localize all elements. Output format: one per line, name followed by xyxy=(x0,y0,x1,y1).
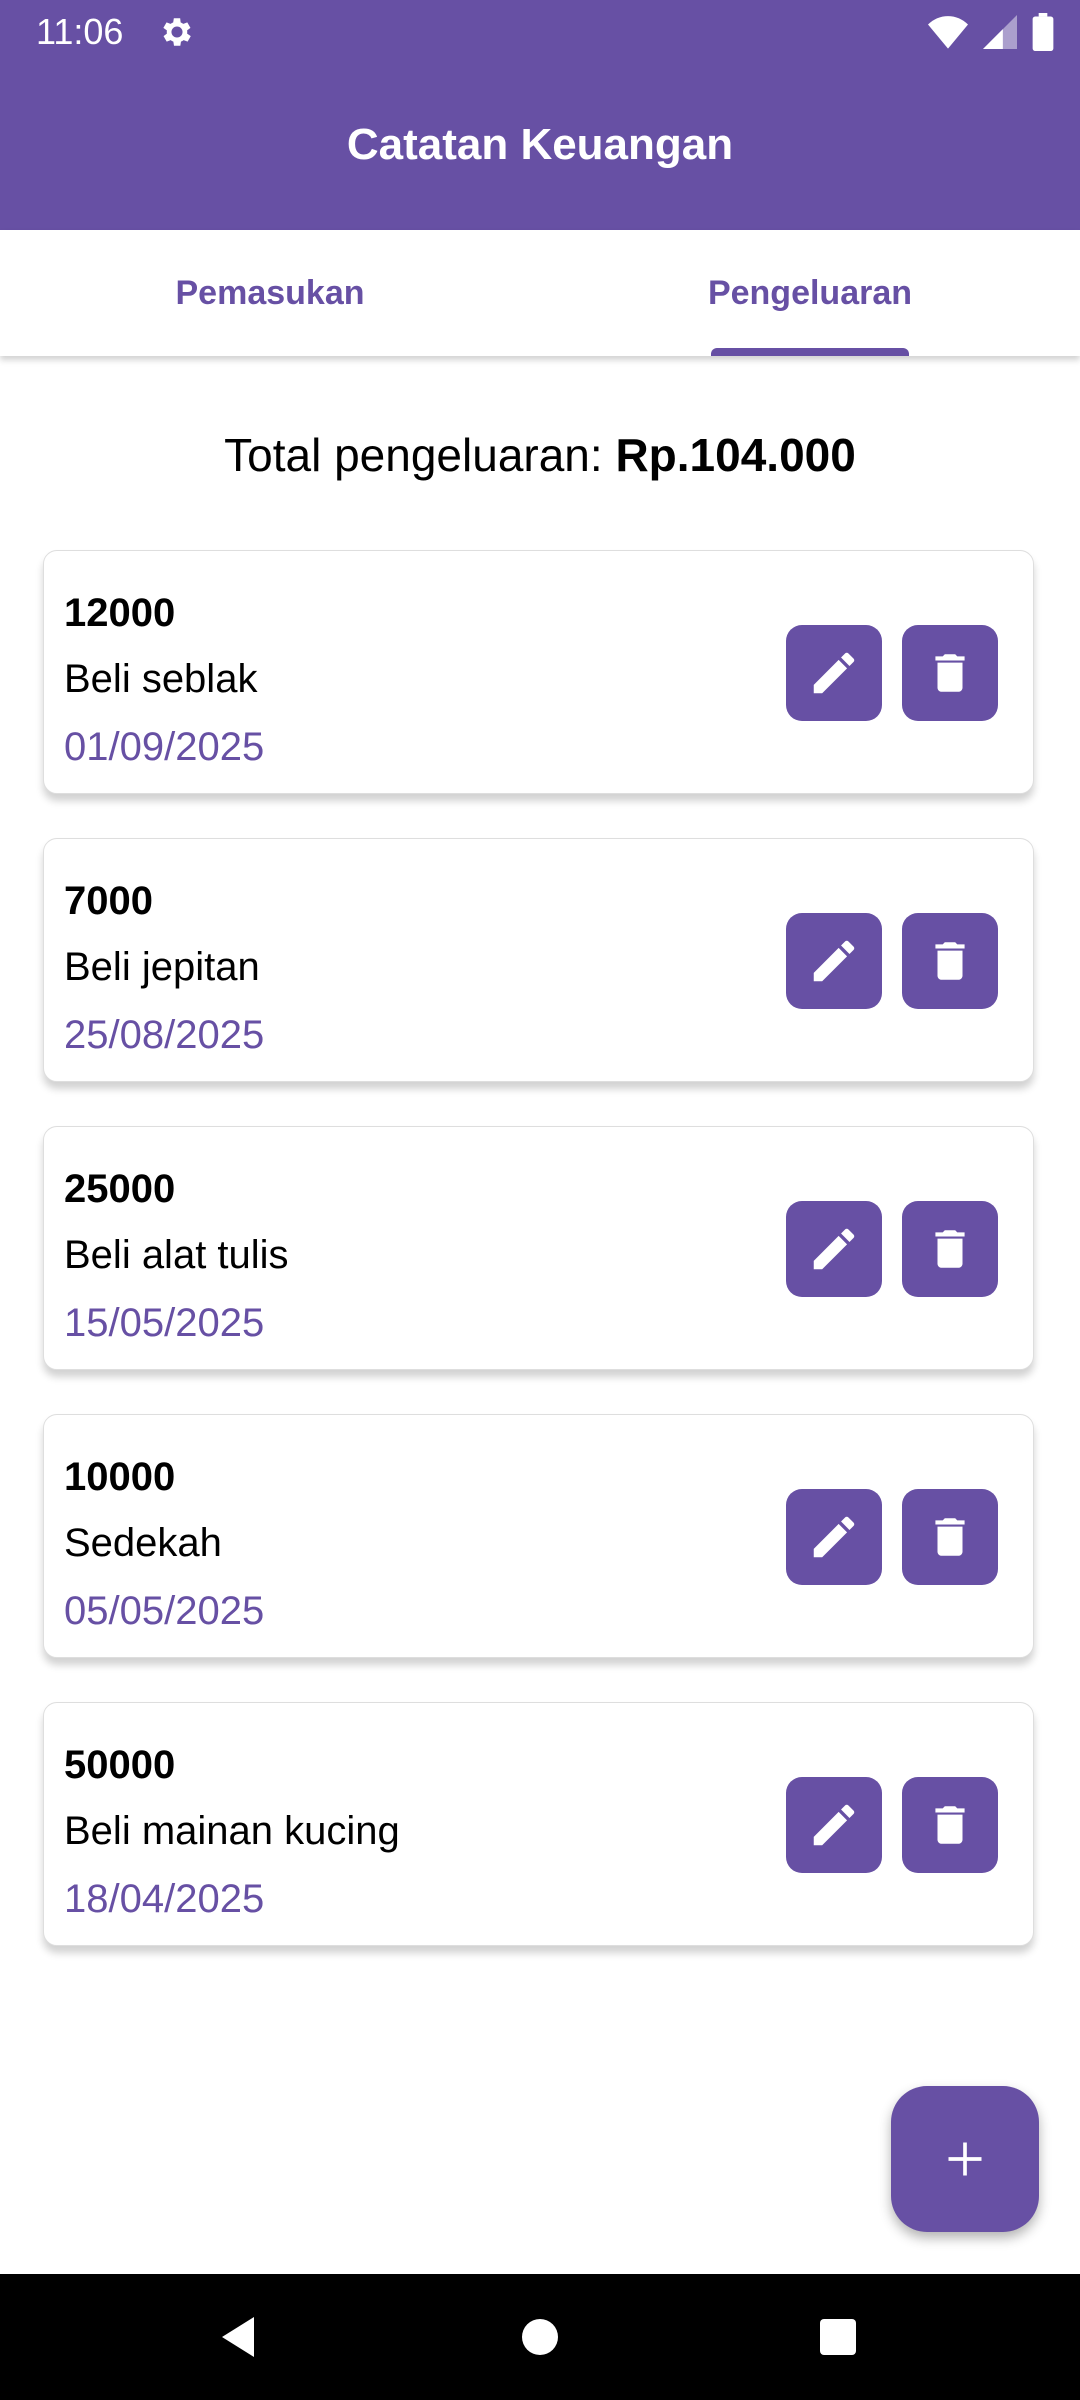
edit-button[interactable] xyxy=(786,1777,882,1873)
edit-button[interactable] xyxy=(786,625,882,721)
transaction-description: Sedekah xyxy=(64,1521,222,1565)
tab-pemasukan[interactable]: Pemasukan xyxy=(0,230,540,356)
transaction-date: 15/05/2025 xyxy=(64,1301,265,1345)
edit-button[interactable] xyxy=(786,1201,882,1297)
pencil-icon xyxy=(813,1804,855,1846)
pencil-icon xyxy=(813,652,855,694)
transaction-amount: 7000 xyxy=(64,879,153,923)
transaction-card: 10000 Sedekah 05/05/2025 xyxy=(43,1414,1034,1658)
wifi-icon xyxy=(928,16,968,49)
pencil-icon xyxy=(813,940,855,982)
transaction-amount: 50000 xyxy=(64,1743,176,1787)
delete-button[interactable] xyxy=(902,1489,998,1585)
nav-home-button[interactable] xyxy=(480,2274,600,2400)
trash-icon xyxy=(935,1806,965,1844)
add-transaction-button[interactable] xyxy=(891,2086,1039,2232)
trash-icon xyxy=(935,1230,965,1268)
gear-icon xyxy=(163,18,191,46)
app-bar: Catatan Keuangan xyxy=(0,62,1080,230)
trash-icon xyxy=(935,942,965,980)
transaction-date: 01/09/2025 xyxy=(64,725,265,769)
trash-icon xyxy=(935,654,965,692)
page-title: Catatan Keuangan xyxy=(346,120,734,169)
nav-back-button[interactable] xyxy=(178,2274,298,2400)
tab-indicator xyxy=(711,348,909,356)
tab-pengeluaran[interactable]: Pengeluaran xyxy=(540,230,1080,356)
transaction-list: 12000 Beli seblak 01/09/2025 7000 Beli j… xyxy=(43,550,1036,1990)
pencil-icon xyxy=(813,1516,855,1558)
transaction-card: 25000 Beli alat tulis 15/05/2025 xyxy=(43,1126,1034,1370)
edit-button[interactable] xyxy=(786,1489,882,1585)
transaction-card: 12000 Beli seblak 01/09/2025 xyxy=(43,550,1034,794)
delete-button[interactable] xyxy=(902,1201,998,1297)
edit-button[interactable] xyxy=(786,913,882,1009)
battery-icon xyxy=(1032,13,1054,51)
transaction-date: 05/05/2025 xyxy=(64,1589,265,1633)
back-icon xyxy=(222,2317,254,2357)
transaction-description: Beli mainan kucing xyxy=(64,1809,400,1853)
status-bar: 11:06 xyxy=(0,0,1080,62)
home-icon xyxy=(522,2319,558,2355)
signal-icon xyxy=(983,15,1017,49)
transaction-description: Beli seblak xyxy=(64,657,258,701)
pencil-icon xyxy=(813,1228,855,1270)
delete-button[interactable] xyxy=(902,1777,998,1873)
total-label: Total pengeluaran: xyxy=(224,429,603,481)
nav-recents-button[interactable] xyxy=(778,2274,898,2400)
plus-icon xyxy=(948,2142,982,2176)
delete-button[interactable] xyxy=(902,913,998,1009)
transaction-amount: 25000 xyxy=(64,1167,176,1211)
total-expense: Total pengeluaran: Rp.104.000 xyxy=(0,428,1080,482)
transaction-amount: 10000 xyxy=(64,1455,176,1499)
transaction-description: Beli alat tulis xyxy=(64,1233,289,1277)
transaction-date: 25/08/2025 xyxy=(64,1013,265,1057)
transaction-description: Beli jepitan xyxy=(64,945,260,989)
delete-button[interactable] xyxy=(902,625,998,721)
transaction-amount: 12000 xyxy=(64,591,176,635)
transaction-card: 50000 Beli mainan kucing 18/04/2025 xyxy=(43,1702,1034,1946)
system-nav-bar xyxy=(0,2274,1080,2400)
total-value: Rp.104.000 xyxy=(615,429,856,481)
trash-icon xyxy=(935,1518,965,1556)
transaction-card: 7000 Beli jepitan 25/08/2025 xyxy=(43,838,1034,1082)
status-time: 11:06 xyxy=(36,11,124,52)
recents-icon xyxy=(820,2319,856,2355)
tab-bar: Pemasukan Pengeluaran xyxy=(0,230,1080,356)
transaction-date: 18/04/2025 xyxy=(64,1877,265,1921)
